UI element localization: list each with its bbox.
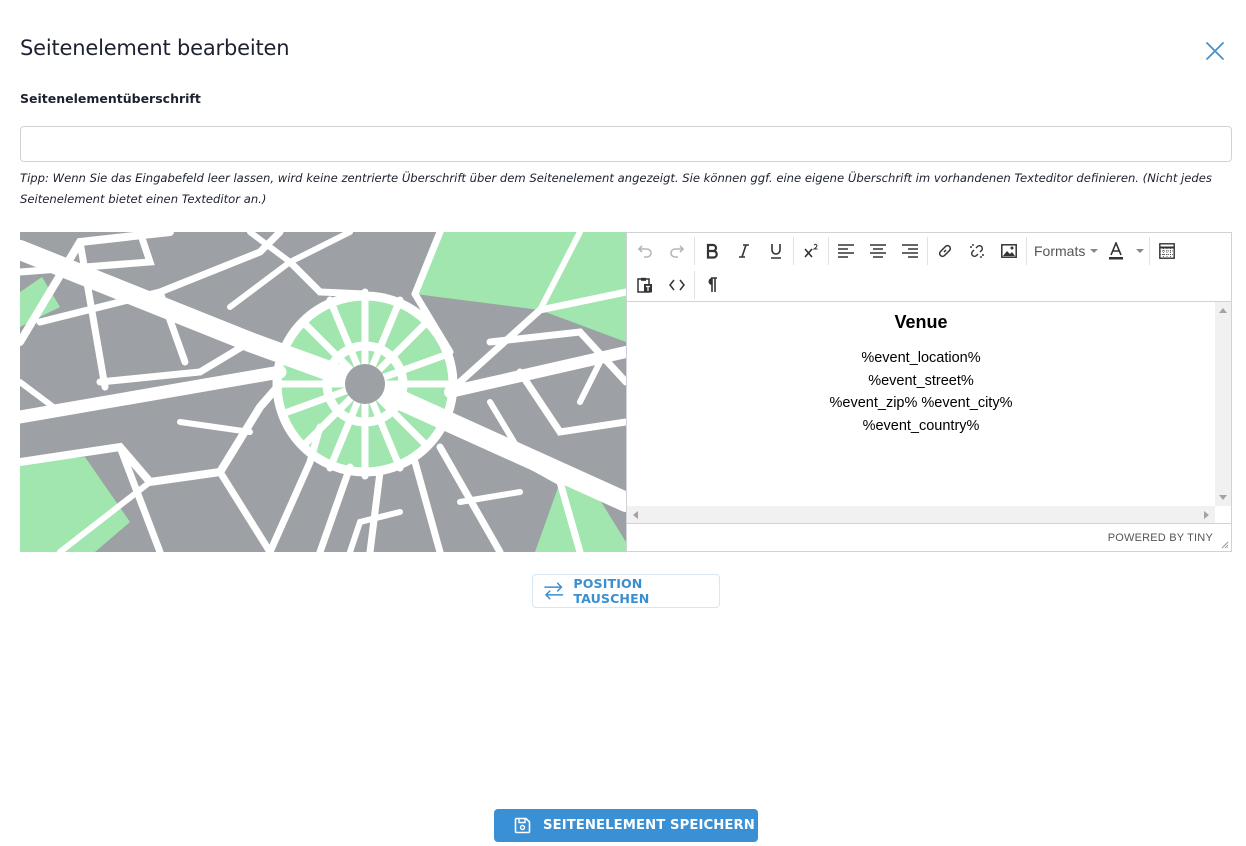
toolbar-separator (694, 237, 695, 265)
redo-icon (670, 245, 685, 258)
floppy-disk-icon (514, 817, 531, 834)
save-element-button[interactable]: SEITENELEMENT SPEICHERN (494, 809, 758, 842)
image-button[interactable] (993, 236, 1025, 266)
heading-field-label: Seitenelementüberschrift (20, 91, 201, 106)
scroll-down-icon[interactable] (1219, 495, 1227, 500)
toolbar-separator (828, 237, 829, 265)
address-line: %event_zip% %event_city% (829, 395, 1013, 412)
address-line: %event_street% (868, 372, 974, 389)
italic-icon (739, 244, 749, 258)
map-image (20, 232, 626, 552)
undo-button[interactable] (629, 236, 661, 266)
swap-arrows-icon (544, 582, 564, 600)
align-left-button[interactable] (830, 236, 862, 266)
swap-position-label: POSITION TAUSCHEN (573, 576, 650, 606)
venue-heading: Venue (894, 312, 948, 332)
swap-position-button[interactable]: POSITION TAUSCHEN (532, 574, 720, 608)
address-line: %event_location% (861, 350, 981, 366)
editor-toolbar: Formats (627, 233, 1231, 302)
underline-icon (771, 244, 781, 259)
close-x-icon (1206, 42, 1224, 60)
show-blocks-button[interactable] (696, 270, 728, 300)
toolbar-separator (793, 237, 794, 265)
table-button[interactable] (1151, 236, 1183, 266)
address-block: %event_location% %event_street% %event_z… (627, 347, 1215, 438)
align-center-button[interactable] (862, 236, 894, 266)
source-code-button[interactable] (661, 270, 693, 300)
superscript-button[interactable] (795, 236, 827, 266)
rich-text-editor[interactable]: Formats Venue %event_location% %event_st… (626, 232, 1232, 552)
font-color-button[interactable] (1104, 236, 1148, 266)
toolbar-separator (927, 237, 928, 265)
toolbar-row-1: Formats (629, 234, 1183, 268)
font-color-icon (1109, 242, 1124, 260)
redo-button[interactable] (661, 236, 693, 266)
scroll-up-icon[interactable] (1219, 308, 1227, 313)
scroll-left-icon[interactable] (633, 511, 638, 519)
horizontal-scrollbar[interactable] (627, 506, 1215, 523)
paragraph-mark-icon (708, 277, 717, 292)
bold-button[interactable] (696, 236, 728, 266)
unlink-icon (970, 244, 984, 258)
link-button[interactable] (929, 236, 961, 266)
toolbar-row-2 (629, 268, 728, 302)
city-map-illustration (20, 232, 626, 552)
resize-handle-icon[interactable] (1221, 541, 1229, 549)
chevron-down-icon (1090, 249, 1099, 253)
paste-text-button[interactable] (629, 270, 661, 300)
undo-icon (637, 245, 652, 258)
heading-input[interactable] (20, 126, 1232, 162)
align-right-button[interactable] (894, 236, 926, 266)
address-line: %event_country% (862, 418, 980, 435)
powered-by-link[interactable]: POWERED BY TINY (1108, 532, 1213, 544)
save-element-label: SEITENELEMENT SPEICHERN (543, 818, 755, 833)
align-right-icon (902, 244, 918, 258)
unlink-button[interactable] (961, 236, 993, 266)
italic-button[interactable] (728, 236, 760, 266)
editor-content[interactable]: Venue %event_location% %event_street% %e… (627, 302, 1215, 506)
scroll-right-icon[interactable] (1204, 511, 1209, 519)
table-icon (1159, 243, 1176, 259)
link-icon (938, 244, 952, 258)
formats-dropdown[interactable]: Formats (1028, 236, 1104, 266)
hint-text: Tipp: Wenn Sie das Eingabefeld leer lass… (20, 171, 1212, 206)
editor-statusbar: POWERED BY TINY (627, 523, 1231, 551)
source-code-icon (669, 279, 685, 291)
superscript-icon (804, 243, 818, 258)
align-center-icon (870, 244, 886, 258)
formats-label: Formats (1034, 243, 1086, 259)
close-button[interactable] (1204, 40, 1226, 62)
toolbar-separator (1026, 237, 1027, 265)
align-left-icon (838, 244, 854, 258)
underline-button[interactable] (760, 236, 792, 266)
toolbar-separator (694, 271, 695, 299)
bold-icon (706, 243, 718, 259)
paste-text-icon (637, 277, 652, 293)
image-icon (1001, 244, 1017, 258)
chevron-down-icon (1136, 249, 1145, 253)
modal-title: Seitenelement bearbeiten (20, 36, 290, 60)
toolbar-separator (1149, 237, 1151, 265)
vertical-scrollbar[interactable] (1215, 302, 1231, 506)
